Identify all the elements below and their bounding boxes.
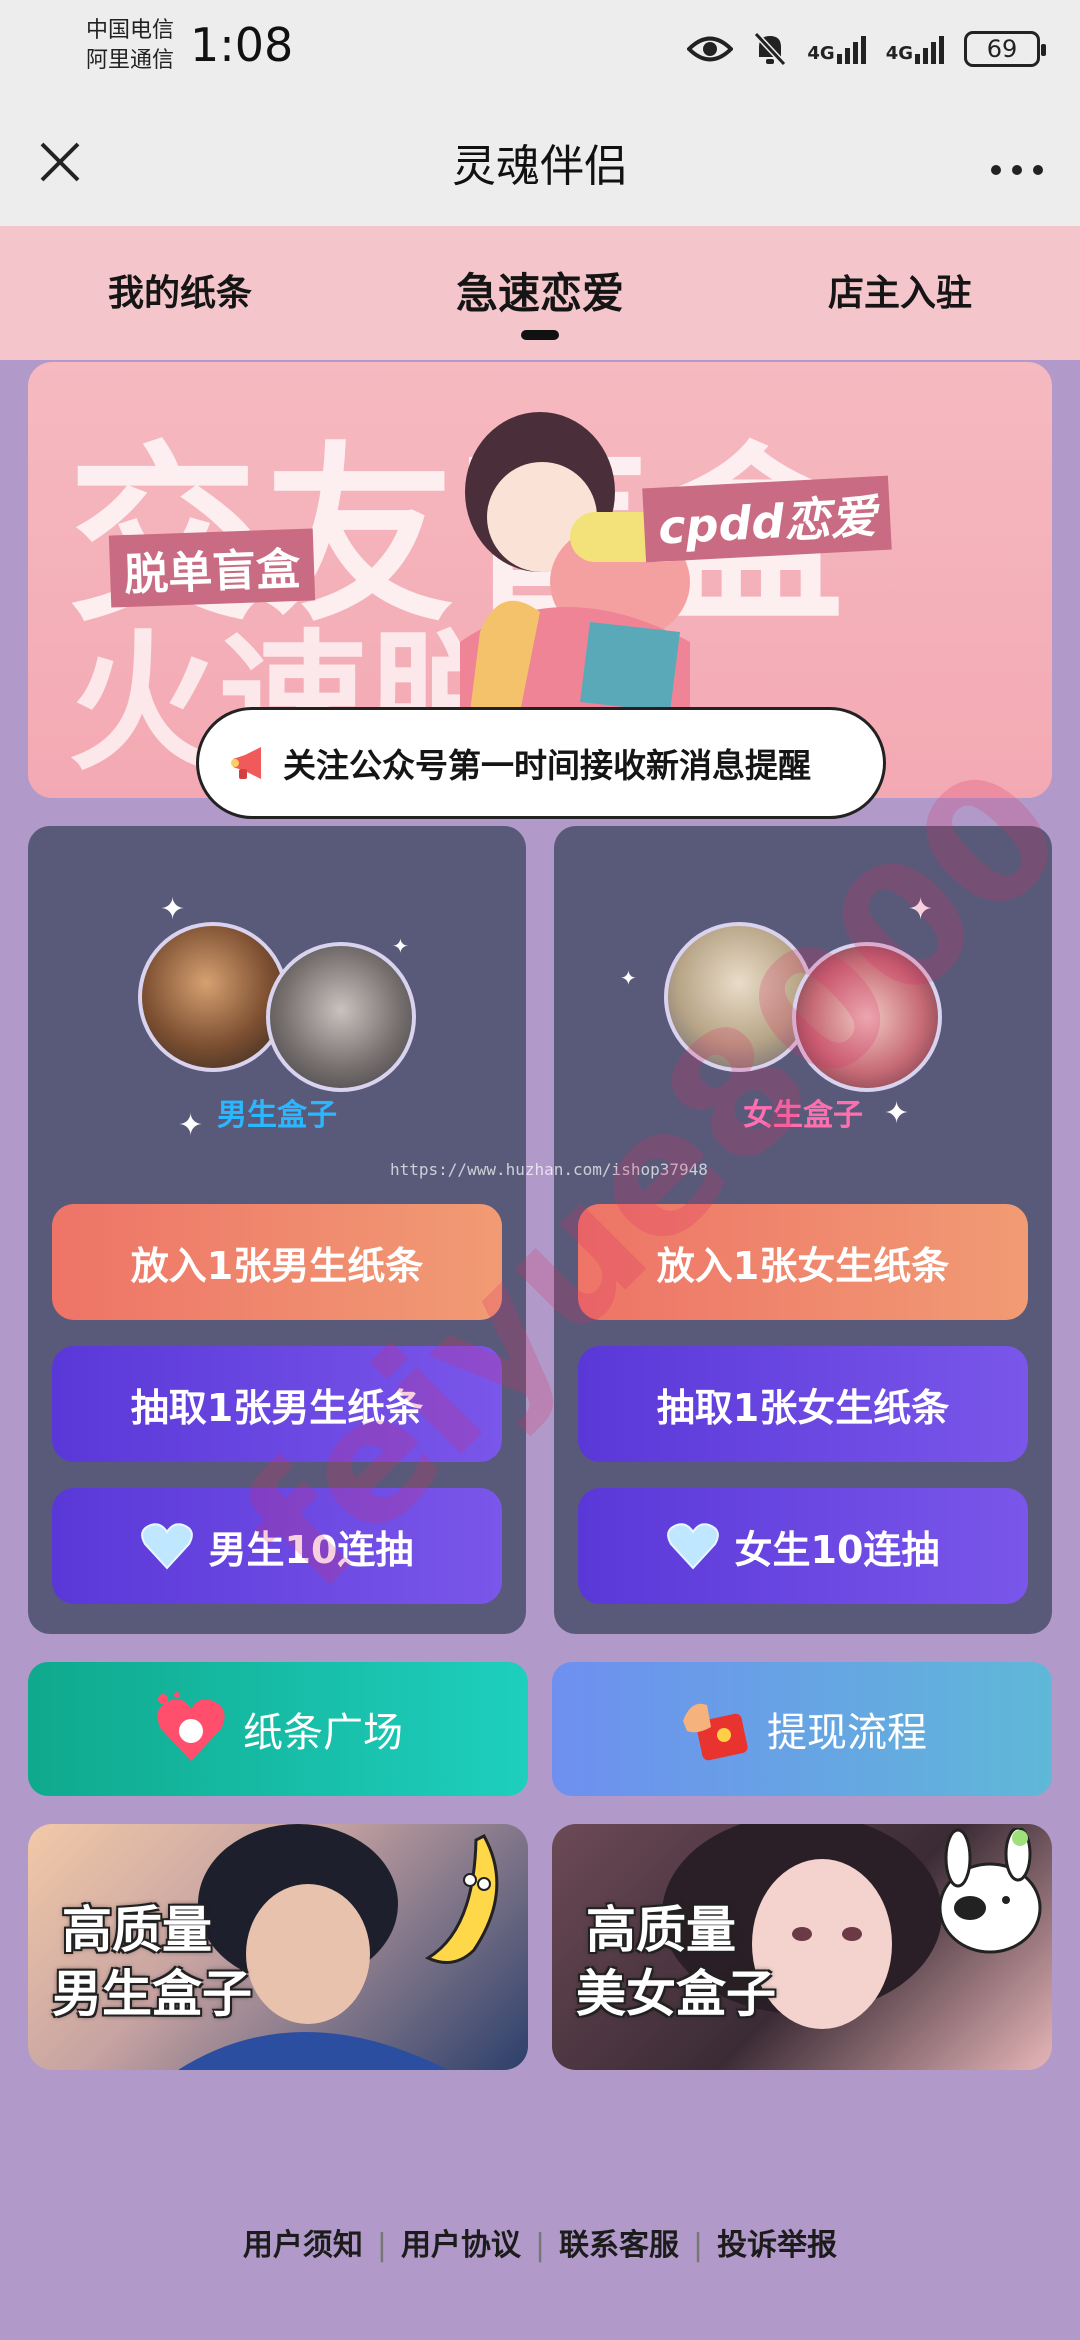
premium-girl-box-card[interactable]: 高质量 美女盒子 <box>552 1824 1052 2070</box>
signal-bars-icon <box>836 34 866 64</box>
sparkle-icon: ✦ <box>392 934 409 958</box>
footer-separator: | <box>693 2228 704 2263</box>
follow-account-notice[interactable]: 关注公众号第一时间接收新消息提醒 <box>196 707 886 819</box>
premium-boy-box-card[interactable]: 高质量 男生盒子 <box>28 1824 528 2070</box>
notice-text: 关注公众号第一时间接收新消息提醒 <box>283 746 811 785</box>
carrier-1: 中国电信 <box>86 18 175 43</box>
note-square-button[interactable]: 纸条广场 <box>28 1662 528 1796</box>
contact-support-link[interactable]: 联系客服 <box>559 2228 679 2263</box>
sparkle-icon: ✦ <box>908 892 934 927</box>
network-type-1: 4G <box>807 43 835 64</box>
banana-sticker-icon <box>424 1834 499 1964</box>
title-bar: 灵魂伴侣 <box>0 100 1080 226</box>
mute-bell-icon <box>754 31 787 67</box>
heart-icon <box>140 1523 193 1570</box>
status-icons: 4G 4G 69 <box>687 22 1046 76</box>
draw-boy-note-button[interactable]: 抽取1张男生纸条 <box>52 1346 502 1462</box>
draw-10-boy-button[interactable]: 男生10连抽 <box>52 1488 502 1604</box>
premium-boy-line1: 高质量 <box>62 1901 212 1959</box>
withdraw-process-label: 提现流程 <box>767 1710 927 1756</box>
premium-boy-box-text: 高质量 男生盒子 <box>52 1898 252 2026</box>
sparkle-icon: ✦ <box>620 966 637 990</box>
megaphone-icon <box>231 747 261 779</box>
signal-bars-icon <box>915 34 944 64</box>
put-boy-note-button[interactable]: 放入1张男生纸条 <box>52 1204 502 1320</box>
avatar <box>792 942 942 1092</box>
signal-1: 4G <box>807 34 866 64</box>
tab-shop-owner[interactable]: 店主入驻 <box>750 264 1050 316</box>
draw-10-boy-label: 男生10连抽 <box>208 1527 414 1572</box>
eye-icon <box>687 36 734 62</box>
heart-icon <box>666 1523 719 1570</box>
user-agreement-link[interactable]: 用户协议 <box>401 2228 521 2263</box>
boy-avatars <box>138 922 418 1092</box>
footer-separator: | <box>534 2228 546 2263</box>
premium-girl-box-text: 高质量 美女盒子 <box>576 1898 776 2026</box>
avatar <box>138 922 288 1072</box>
carrier-2: 阿里通信 <box>86 48 175 73</box>
premium-girl-line2: 美女盒子 <box>576 1965 776 2023</box>
red-envelope-icon <box>683 1703 748 1761</box>
boy-box-panel: ✦ ✦ ✦ 男生盒子 放入1张男生纸条 抽取1张男生纸条 男生10连抽 <box>28 826 526 1634</box>
note-square-label: 纸条广场 <box>243 1710 403 1756</box>
footer-links: 用户须知 | 用户协议 | 联系客服 | 投诉举报 <box>0 2220 1080 2264</box>
watermark-url: https://www.huzhan.com/ishop37948 <box>390 1160 708 1179</box>
active-tab-indicator <box>521 330 559 340</box>
network-type-2: 4G <box>885 43 913 64</box>
premium-girl-line1: 高质量 <box>586 1901 736 1959</box>
footer-separator: | <box>376 2228 387 2263</box>
battery-indicator: 69 <box>964 31 1046 67</box>
banner-tag-left: 脱单盲盒 <box>108 528 316 608</box>
girl-box-panel: ✦ ✦ ✦ 女生盒子 放入1张女生纸条 抽取1张女生纸条 女生10连抽 <box>554 826 1052 1634</box>
carrier-info: 中国电信 阿里通信 <box>86 16 174 76</box>
signal-2: 4G <box>886 34 944 64</box>
put-girl-note-button[interactable]: 放入1张女生纸条 <box>578 1204 1028 1320</box>
banner-tag-right: cpdd恋爱 <box>642 475 892 563</box>
tab-quick-love[interactable]: 急速恋爱 <box>390 260 690 321</box>
more-dots-icon <box>991 165 1043 175</box>
avatar <box>664 922 814 1072</box>
more-button[interactable] <box>982 130 1052 194</box>
girl-avatars <box>664 922 944 1092</box>
sparkle-icon: ✦ <box>160 892 186 927</box>
status-bar: 中国电信 阿里通信 1:08 4G 4G 69 <box>0 0 1080 100</box>
draw-girl-note-button[interactable]: 抽取1张女生纸条 <box>578 1346 1028 1462</box>
user-notice-link[interactable]: 用户须知 <box>243 2228 363 2263</box>
boy-box-label: 男生盒子 <box>217 1098 337 1133</box>
withdraw-process-button[interactable]: 提现流程 <box>552 1662 1052 1796</box>
tab-my-notes[interactable]: 我的纸条 <box>30 264 330 316</box>
draw-10-girl-button[interactable]: 女生10连抽 <box>578 1488 1028 1604</box>
girl-box-label: 女生盒子 <box>743 1098 863 1133</box>
report-complaint-link[interactable]: 投诉举报 <box>717 2228 837 2263</box>
clock: 1:08 <box>190 18 294 72</box>
premium-boy-line2: 男生盒子 <box>52 1965 252 2023</box>
heart-bubble-icon <box>157 1692 225 1761</box>
bunny-sticker-icon <box>938 1828 1042 1954</box>
avatar <box>266 942 416 1092</box>
draw-10-girl-label: 女生10连抽 <box>734 1527 940 1572</box>
page-title: 灵魂伴侣 <box>452 141 628 192</box>
